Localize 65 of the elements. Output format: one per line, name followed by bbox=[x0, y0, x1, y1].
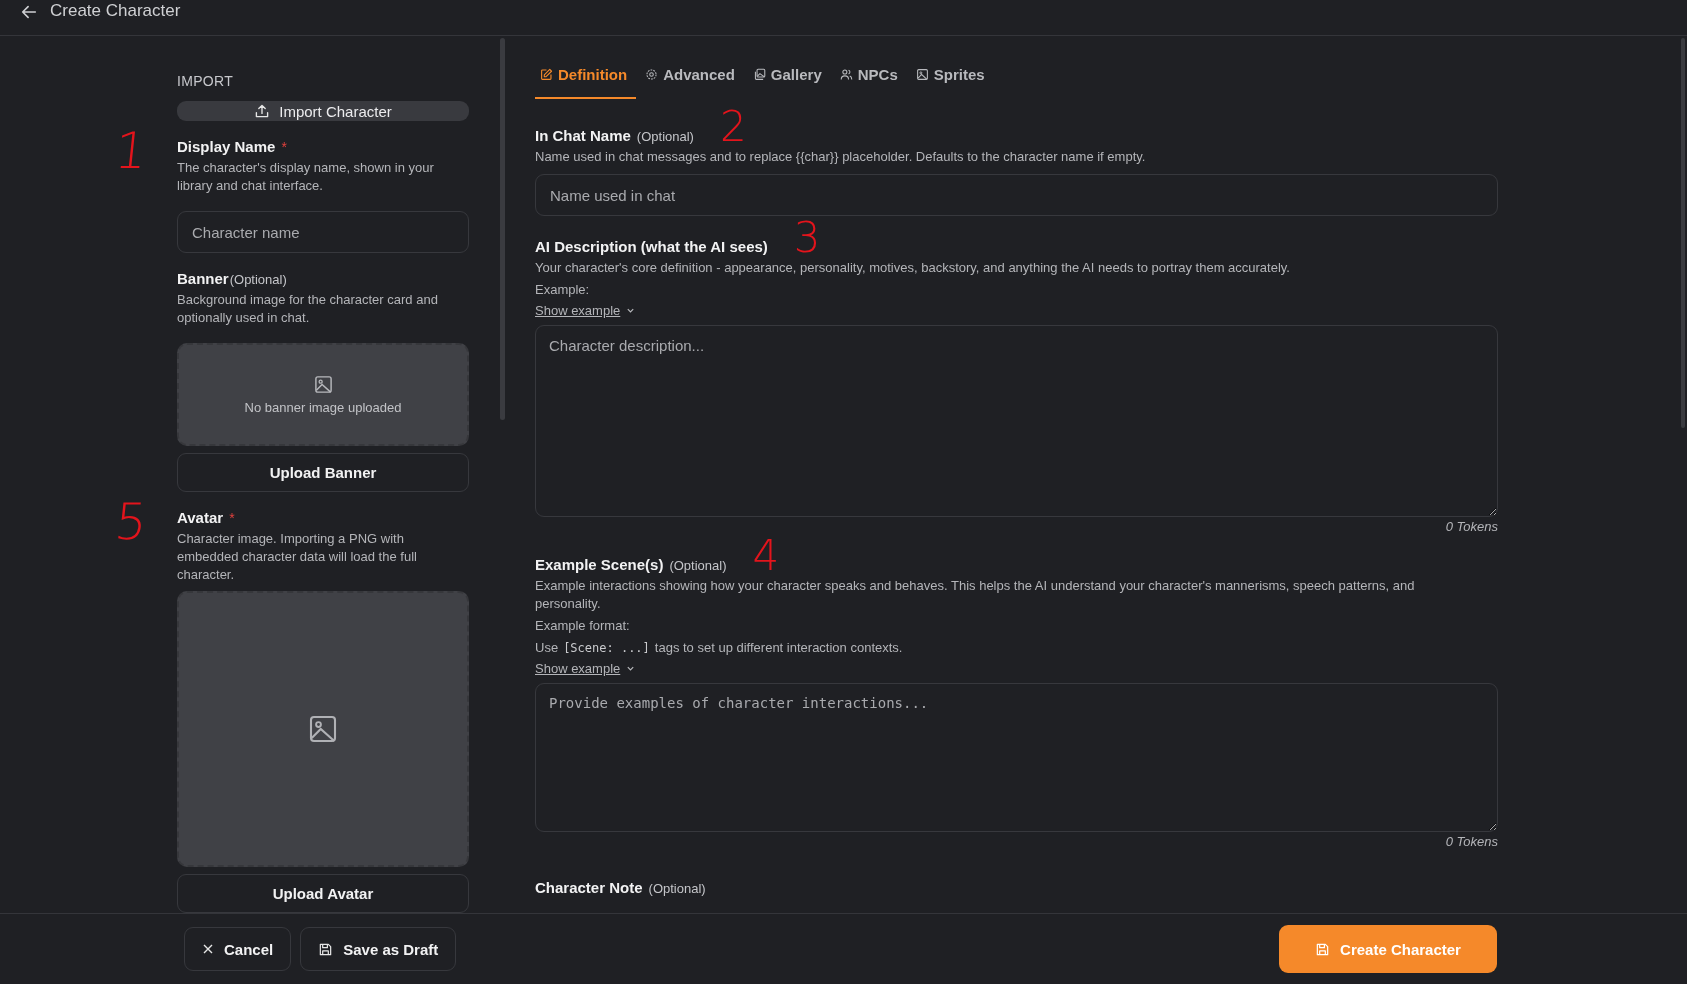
annotation-number: 2 bbox=[719, 105, 747, 148]
optional-note: (Optional) bbox=[636, 129, 694, 144]
show-example-link[interactable]: Show example bbox=[535, 303, 636, 318]
field-help: Character image. Importing a PNG with embedded character data will load the full character. bbox=[177, 530, 418, 584]
annotation-number: 1 bbox=[112, 126, 150, 176]
field-help: The character's display name, shown in your library and chat interface. bbox=[177, 159, 435, 195]
code-snippet: [Scene: ...] bbox=[563, 641, 650, 655]
tab[interactable]: NPCs bbox=[830, 62, 907, 99]
optional-note: (Optional) bbox=[669, 558, 727, 573]
tab[interactable]: Sprites bbox=[906, 62, 994, 99]
edit-icon bbox=[540, 68, 553, 81]
annotation-number: 5 bbox=[112, 497, 150, 547]
field-help: tags to set up different interaction contexts. bbox=[654, 639, 903, 657]
annotation-number: 4 bbox=[752, 534, 780, 577]
tab[interactable]: Definition bbox=[535, 62, 637, 99]
save-icon bbox=[318, 941, 334, 957]
optional-note: (Optional) bbox=[648, 881, 706, 896]
upload-icon bbox=[254, 103, 271, 119]
images-icon bbox=[752, 68, 766, 81]
chevron-down-icon bbox=[626, 306, 636, 315]
text-area[interactable]: Provide examples of character interactions... bbox=[535, 683, 1498, 832]
field-label: In Chat Name bbox=[535, 127, 631, 144]
banner-dropzone[interactable]: No banner image uploaded bbox=[177, 343, 469, 446]
tab[interactable]: Advanced bbox=[636, 62, 744, 99]
page-title: Create Character bbox=[50, 1, 181, 21]
required-asterisk: * bbox=[281, 139, 287, 155]
field-help: Example format: bbox=[535, 617, 631, 635]
annotation-number: 3 bbox=[793, 216, 821, 259]
field-help: Background image for the character card and optionally used in chat. bbox=[177, 291, 439, 327]
field-help: Name used in chat messages and to replace {{char}} placeholder. Defaults to the character name if empty. bbox=[535, 148, 1147, 166]
field-label: Display Name bbox=[177, 138, 276, 155]
field-label: Character Note bbox=[535, 879, 643, 896]
display-name-field[interactable]: Character name bbox=[177, 211, 469, 253]
save-icon bbox=[1315, 941, 1331, 957]
empty-banner-text: No banner image uploaded bbox=[244, 399, 402, 415]
close-icon bbox=[202, 943, 214, 955]
in-chat-name-field[interactable]: Name used in chat bbox=[535, 174, 1498, 216]
field-label: AI Description (what the AI sees) bbox=[535, 238, 768, 255]
field-help: Example interactions showing how your character speaks and behaves. This helps the AI understand your character's mannerisms, speech patterns, and personality. bbox=[535, 577, 1415, 613]
users-icon bbox=[839, 68, 853, 81]
token-count: 0 Tokens bbox=[1445, 834, 1498, 849]
image-icon bbox=[313, 374, 333, 394]
image-icon bbox=[915, 68, 929, 81]
upload-banner-button[interactable]: Upload Banner bbox=[177, 453, 469, 492]
show-example-link[interactable]: Show example bbox=[535, 661, 636, 676]
image-icon bbox=[308, 714, 338, 744]
back-arrow-icon[interactable] bbox=[20, 3, 38, 21]
chevron-down-icon bbox=[626, 664, 636, 673]
section-heading: IMPORT bbox=[177, 73, 234, 89]
required-asterisk: * bbox=[229, 510, 235, 526]
field-help: Example: bbox=[535, 281, 591, 299]
field-label: Banner bbox=[177, 270, 229, 287]
upload-avatar-button[interactable]: Upload Avatar bbox=[177, 874, 469, 913]
text-area[interactable]: Character description... bbox=[535, 325, 1498, 517]
optional-note: (Optional) bbox=[229, 272, 287, 287]
field-help: Your character's core definition - appearance, personality, motives, backstory, and anything the AI needs to portray them accurately. bbox=[535, 259, 1291, 277]
cancel-button[interactable]: Cancel bbox=[184, 927, 292, 971]
field-help: Use bbox=[535, 639, 559, 657]
settings-icon bbox=[645, 68, 659, 81]
save-draft-button[interactable]: Save as Draft bbox=[300, 927, 457, 971]
tab[interactable]: Gallery bbox=[743, 62, 831, 99]
field-label: Avatar bbox=[177, 509, 224, 526]
token-count: 0 Tokens bbox=[1445, 519, 1498, 534]
field-label: Example Scene(s) bbox=[535, 556, 664, 573]
import-button[interactable]: Import Character bbox=[177, 101, 469, 121]
